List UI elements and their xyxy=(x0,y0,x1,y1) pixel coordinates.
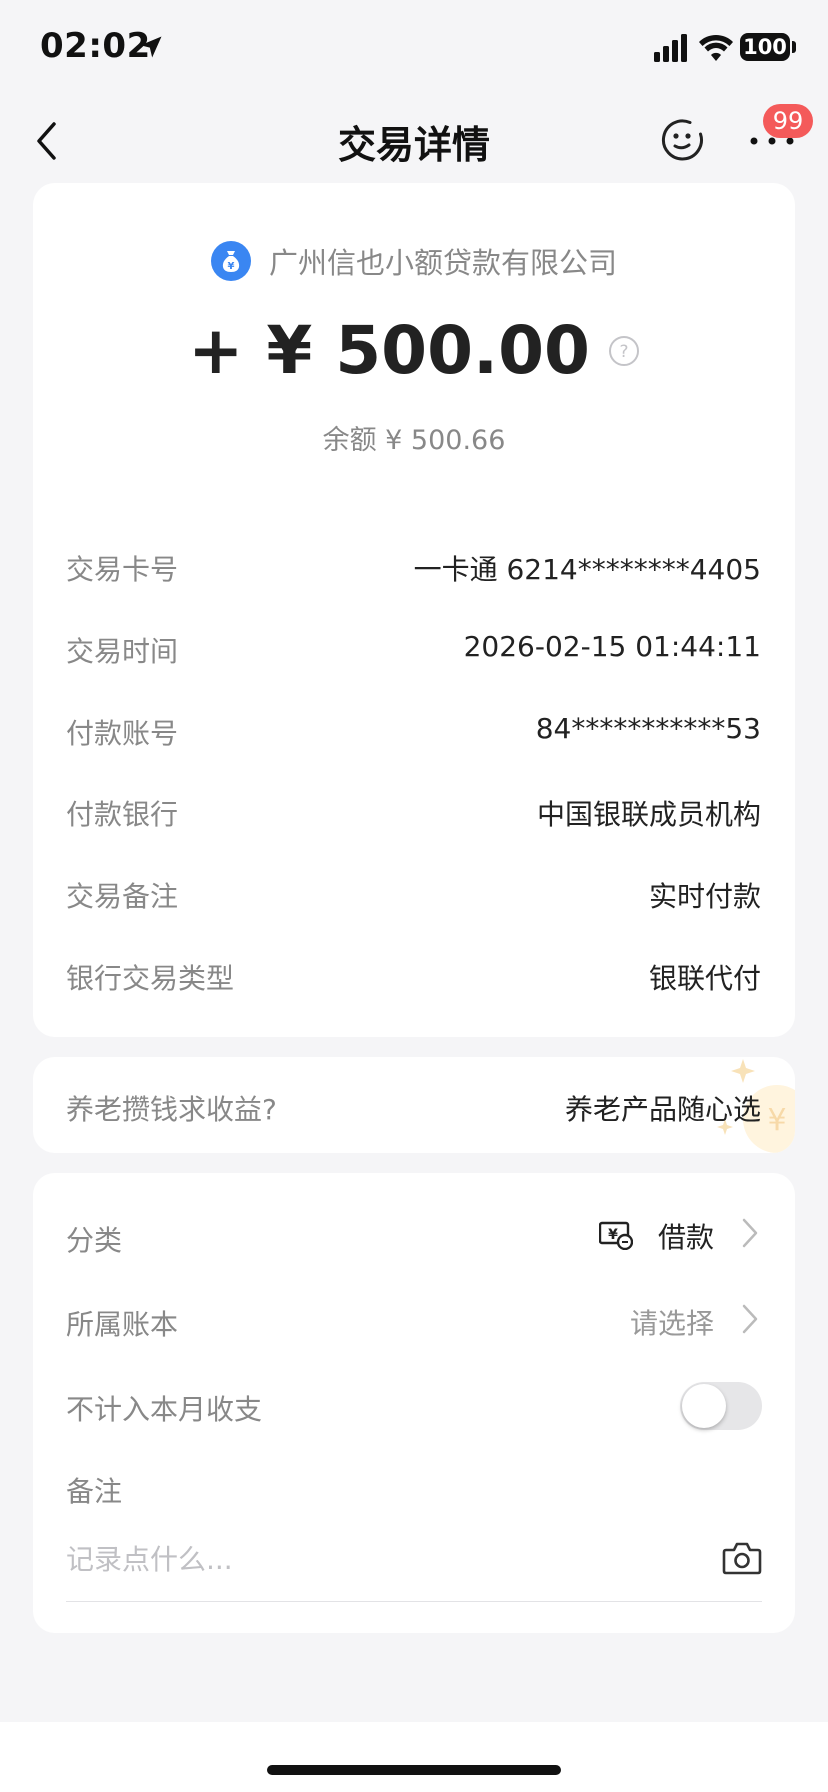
camera-icon[interactable] xyxy=(722,1540,762,1576)
detail-label-bank-type: 银行交易类型 xyxy=(66,962,235,995)
detail-label-time: 交易时间 xyxy=(66,635,179,668)
amount-row: + ¥ 500.00 ? xyxy=(0,312,828,389)
merchant-name: 广州信也小额贷款有限公司 xyxy=(268,246,617,280)
status-time: 02:02 xyxy=(40,26,151,66)
account-book-label: 所属账本 xyxy=(66,1308,179,1341)
remark-label: 备注 xyxy=(66,1475,123,1508)
bottom-safe-area xyxy=(0,1722,828,1792)
help-circle-icon[interactable]: ? xyxy=(608,335,640,367)
svg-text:¥: ¥ xyxy=(608,1227,618,1243)
detail-value-payer-bank: 中国银联成员机构 xyxy=(536,798,761,831)
detail-label-payer-account: 付款账号 xyxy=(66,717,179,750)
detail-value-payer-account: 84***********53 xyxy=(535,712,761,745)
chevron-right-icon[interactable] xyxy=(740,1216,760,1250)
svg-text:¥: ¥ xyxy=(767,1103,786,1138)
svg-text:¥: ¥ xyxy=(228,261,235,272)
notification-badge: 99 xyxy=(763,104,813,138)
detail-value-remark: 实时付款 xyxy=(648,880,761,913)
location-arrow-icon xyxy=(140,36,162,58)
detail-value-bank-type: 银联代付 xyxy=(648,962,761,995)
wifi-icon xyxy=(699,34,733,61)
category-label: 分类 xyxy=(66,1224,123,1257)
account-balance: 余额 ¥ 500.66 xyxy=(322,425,506,456)
battery-indicator: 100 xyxy=(740,33,790,61)
detail-value-card-number: 一卡通 6214********4405 xyxy=(413,553,761,586)
battery-tip xyxy=(792,41,796,53)
transaction-amount: + ¥ 500.00 xyxy=(188,312,590,389)
account-book-value[interactable]: 请选择 xyxy=(630,1302,714,1342)
exclude-monthly-label: 不计入本月收支 xyxy=(66,1393,263,1426)
detail-label-card-number: 交易卡号 xyxy=(66,553,179,586)
exclude-monthly-toggle[interactable] xyxy=(680,1382,762,1430)
remark-input[interactable] xyxy=(66,1537,686,1581)
money-bag-icon: ¥ xyxy=(210,241,251,281)
remark-underline xyxy=(66,1601,762,1602)
promo-question: 养老攒钱求收益? xyxy=(66,1093,277,1126)
svg-text:?: ? xyxy=(619,342,628,362)
category-value[interactable]: 借款 xyxy=(658,1216,714,1256)
signal-icon xyxy=(654,34,687,62)
detail-label-remark: 交易备注 xyxy=(66,880,179,913)
merchant-row: ¥ 广州信也小额贷款有限公司 xyxy=(0,240,828,282)
detail-value-time: 2026-02-15 01:44:11 xyxy=(463,630,761,663)
detail-label-payer-bank: 付款银行 xyxy=(66,798,179,831)
home-indicator xyxy=(267,1765,561,1775)
chevron-right-icon[interactable] xyxy=(740,1302,760,1336)
toggle-knob xyxy=(682,1384,726,1428)
loan-category-icon: ¥ xyxy=(599,1221,633,1250)
customer-service-icon[interactable] xyxy=(660,117,704,161)
promo-action-link[interactable]: 养老产品随心选 xyxy=(565,1088,761,1128)
